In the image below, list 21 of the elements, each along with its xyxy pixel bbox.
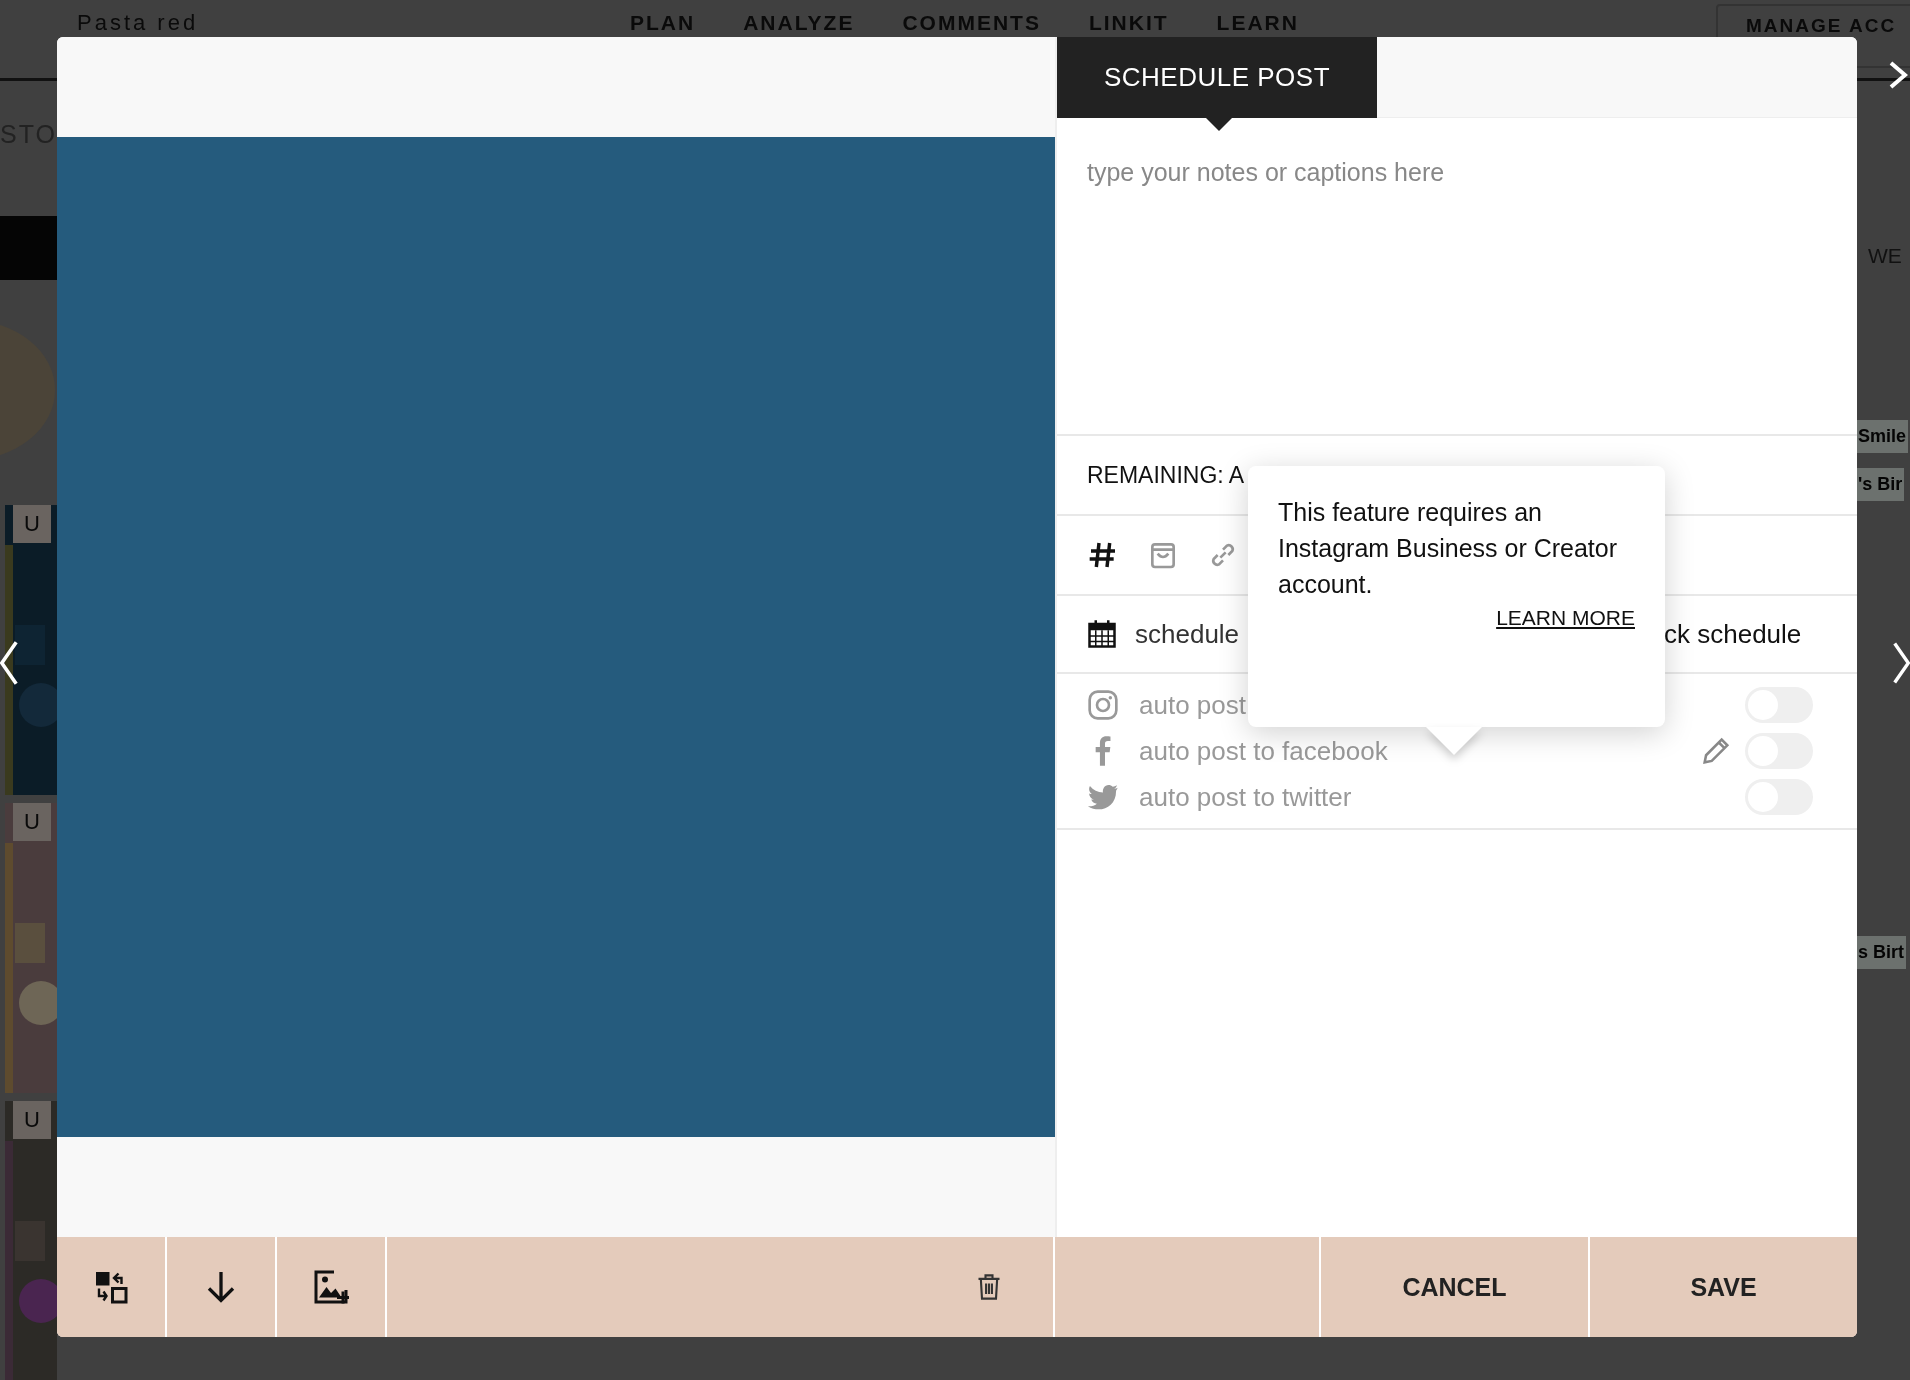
tile-badge: U — [13, 803, 51, 841]
calendar-text: 's Bir — [1856, 468, 1905, 501]
schedule-label[interactable]: schedule — [1135, 618, 1240, 650]
calendar-icon — [1087, 619, 1117, 649]
schedule-post-tab[interactable]: SCHEDULE POST — [1057, 37, 1377, 118]
tile-badge: U — [13, 1101, 51, 1139]
instagram-icon — [1087, 689, 1119, 721]
swap-icon — [93, 1269, 129, 1305]
auto-post-label: auto post to twitter — [1139, 781, 1352, 813]
image-plus-icon — [313, 1269, 349, 1305]
calendar-text: Smile — [1856, 420, 1909, 453]
auto-post-label: auto post to facebook — [1139, 735, 1388, 767]
tile-badge: U — [13, 505, 51, 543]
learn-more-link[interactable]: LEARN MORE — [1496, 606, 1635, 630]
remaining-text: REMAINING: A — [1087, 461, 1245, 489]
tooltip-text: This feature requires an Instagram Business or Creator account. — [1278, 497, 1619, 600]
swap-button[interactable] — [57, 1237, 167, 1337]
auto-post-label: auto post — [1139, 689, 1246, 721]
quick-schedule-label[interactable]: ck schedule — [1664, 618, 1802, 650]
calendar-text: s Birt — [1856, 936, 1906, 969]
banner — [0, 216, 60, 280]
